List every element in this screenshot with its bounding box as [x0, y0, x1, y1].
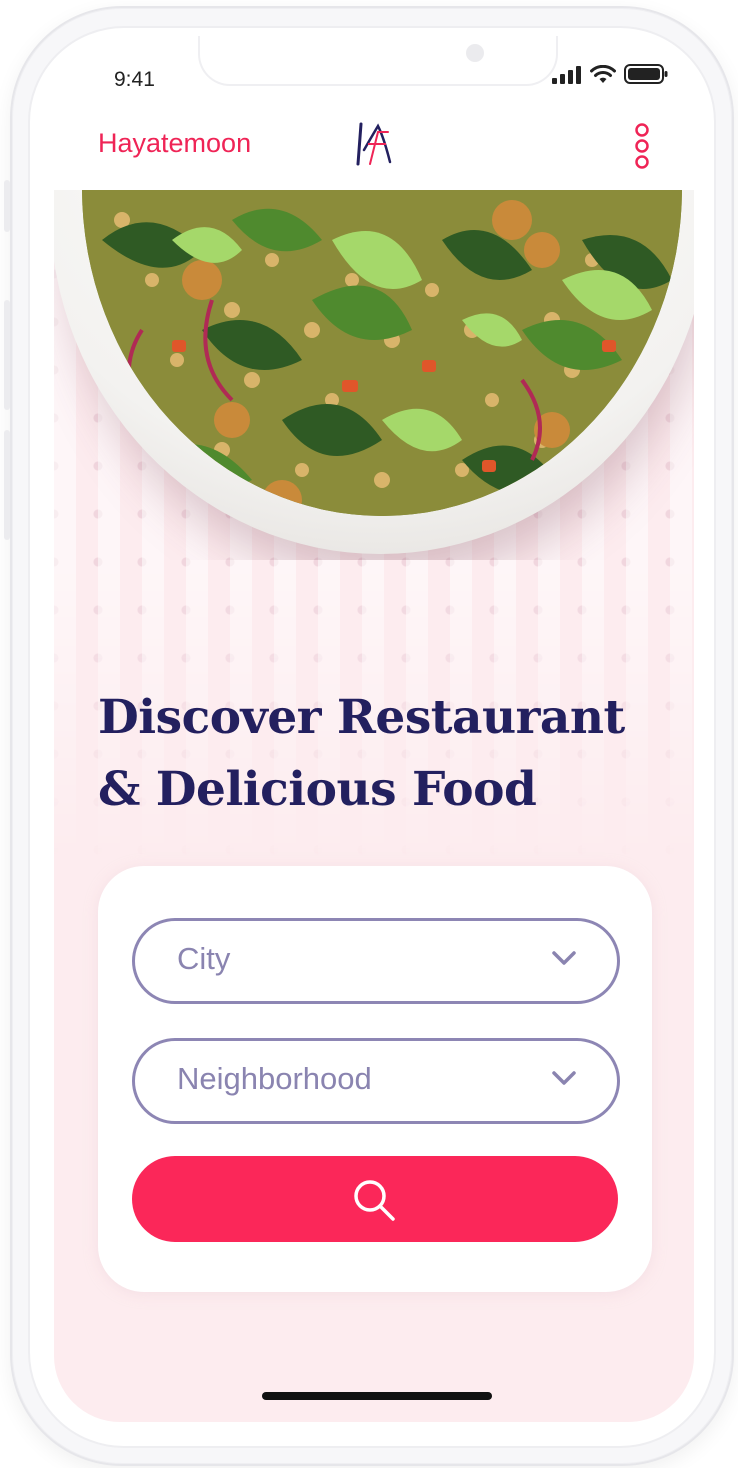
- side-button: [4, 300, 10, 410]
- neighborhood-select[interactable]: Neighborhood: [132, 1038, 620, 1124]
- signal-icon: [552, 66, 581, 84]
- app-header: Hayatemoon: [54, 106, 694, 190]
- side-button: [4, 180, 10, 232]
- neighborhood-select-value: Neighborhood: [177, 1061, 372, 1096]
- battery-icon: [624, 64, 668, 84]
- headline-line-2: & Delicious Food: [98, 762, 537, 817]
- hero-image: [54, 190, 694, 560]
- status-time: 9:41: [114, 68, 155, 91]
- app-screen: 9:41 Discover Restaurant & Delicious Foo…: [54, 36, 694, 1422]
- phone-mockup: 9:41 Discover Restaurant & Delicious Foo…: [0, 0, 738, 1468]
- city-select[interactable]: City: [132, 918, 620, 1004]
- hero-background: Discover Restaurant & Delicious Food Cit…: [54, 190, 694, 1422]
- search-icon: [354, 1180, 395, 1221]
- status-bar: 9:41: [54, 36, 694, 106]
- city-select-value: City: [177, 941, 231, 976]
- more-menu-button[interactable]: [632, 122, 652, 170]
- more-vertical-icon: [635, 123, 649, 169]
- side-button: [4, 430, 10, 540]
- page-title: Discover Restaurant & Delicious Food: [98, 682, 658, 826]
- search-button[interactable]: [132, 1156, 618, 1242]
- logo-icon: [356, 122, 392, 166]
- chevron-down-icon: [552, 951, 576, 965]
- status-icons: [552, 64, 668, 84]
- search-card: City Neighborhood: [98, 866, 652, 1292]
- wifi-icon: [590, 65, 616, 83]
- chevron-down-icon: [552, 1071, 576, 1085]
- home-indicator: [262, 1392, 492, 1400]
- headline-line-1: Discover Restaurant: [98, 690, 625, 745]
- brand-name[interactable]: Hayatemoon: [98, 128, 251, 159]
